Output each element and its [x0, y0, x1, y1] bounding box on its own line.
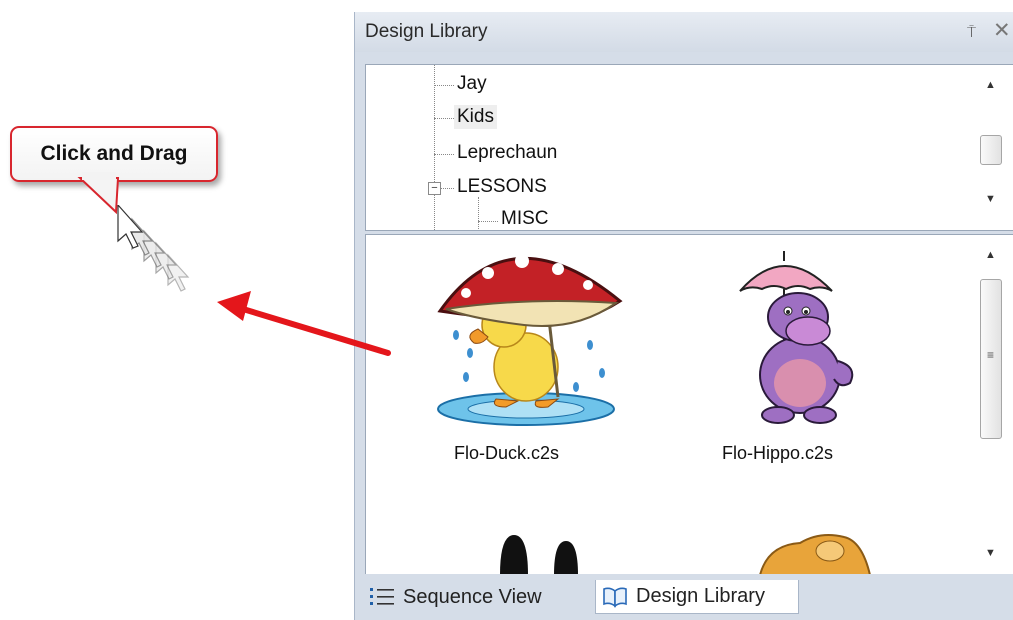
scroll-down-arrow-icon[interactable]: ▼ [985, 193, 996, 205]
tree-item-jay[interactable]: Jay [454, 72, 490, 96]
tab-design-library[interactable]: Design Library [595, 580, 799, 614]
tree-guide-line [440, 188, 454, 189]
tree-guide-line [434, 65, 435, 230]
tree-item-leprechaun[interactable]: Leprechaun [454, 141, 560, 165]
hippo-with-umbrella-icon[interactable] [726, 243, 866, 433]
tree-item-lessons[interactable]: LESSONS [454, 175, 550, 199]
black-design-thumbnail-icon[interactable] [486, 525, 596, 575]
tab-sequence-view[interactable]: Sequence View [363, 580, 595, 614]
tree-guide-line [478, 197, 479, 230]
panel-header: Design Library ⍑ ✕ [355, 12, 1013, 52]
close-icon[interactable]: ✕ [993, 18, 1011, 43]
design-thumbnail-pane: Flo-Duck.c2s Flo-Hippo.c2s ▲ ≡ ▼ [365, 234, 1013, 576]
panel-title: Design Library [365, 21, 488, 42]
duck-under-mushroom-icon[interactable] [426, 249, 626, 431]
scroll-thumb[interactable] [980, 135, 1002, 165]
tree-item-misc[interactable]: MISC [498, 207, 552, 230]
thumbnail-scrollbar[interactable]: ▲ ≡ ▼ [978, 235, 1005, 575]
bear-design-thumbnail-icon[interactable] [756, 531, 876, 575]
folder-tree[interactable]: Jay Kids Leprechaun − LESSONS MISC ▲ ▼ [365, 64, 1013, 231]
design-filename-label[interactable]: Flo-Duck.c2s [454, 443, 559, 464]
collapse-toggle-icon[interactable]: − [428, 182, 441, 195]
tree-guide-line [434, 85, 454, 86]
callout-tail [77, 172, 120, 215]
design-filename-label[interactable]: Flo-Hippo.c2s [722, 443, 833, 464]
tree-guide-line [434, 118, 454, 119]
red-arrow-icon [217, 291, 391, 356]
scroll-down-arrow-icon[interactable]: ▼ [985, 547, 996, 559]
scroll-thumb[interactable]: ≡ [980, 279, 1002, 439]
tree-guide-line [478, 221, 498, 222]
scroll-up-arrow-icon[interactable]: ▲ [985, 249, 996, 261]
tab-label: Design Library [636, 585, 765, 607]
tab-label: Sequence View [403, 585, 542, 608]
tree-guide-line [434, 154, 454, 155]
tree-item-kids[interactable]: Kids [454, 105, 497, 129]
pin-icon[interactable]: ⍑ [967, 24, 976, 41]
book-icon [602, 586, 628, 608]
list-icon [369, 586, 395, 608]
scroll-grip-icon: ≡ [987, 348, 995, 362]
scroll-up-arrow-icon[interactable]: ▲ [985, 79, 996, 91]
panel-tab-bar: Sequence View Design Library [355, 574, 1013, 620]
drag-cursor-trail-icon [117, 205, 190, 292]
tree-scrollbar[interactable]: ▲ ▼ [978, 65, 1005, 230]
design-library-panel: Design Library ⍑ ✕ Jay Kids Leprechaun −… [354, 12, 1013, 620]
